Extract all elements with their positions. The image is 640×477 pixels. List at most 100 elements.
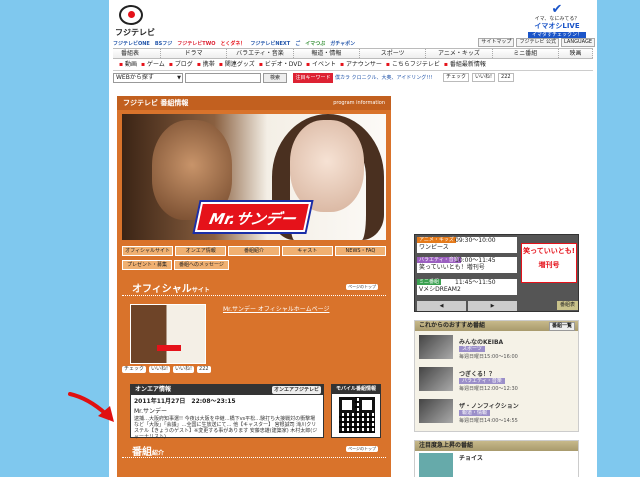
- reco-time: 毎週日曜日14:00～14:55: [459, 418, 518, 424]
- nav-sports[interactable]: スポーツ: [359, 49, 427, 58]
- reco-name: みんなのKEIBA: [459, 339, 504, 346]
- search-bar: WEBから探す 検索 注目キーワード 僕カラ クロニクル、大奥、アイドリング!!…: [113, 73, 597, 84]
- sitemap-link[interactable]: サイトマップ: [478, 38, 515, 47]
- keyword-tag: 注目キーワード: [293, 73, 333, 83]
- check-button[interactable]: チェック: [443, 73, 470, 82]
- sub-nav: 動画 ゲーム ブログ 携帯 関連グッズ ビデオ・DVD イベント アナウンサー …: [113, 60, 593, 71]
- channel-link[interactable]: フジテレビONE: [113, 40, 150, 48]
- reco-item[interactable]: ザ・ノンフィクション 報道・情報 毎週日曜日14:00～14:55: [419, 399, 576, 425]
- imaoshi-live-banner[interactable]: ✔ イマ、なにみてる？ イマオシLIVE イマダすチェックン！: [521, 3, 593, 38]
- program-logo[interactable]: 笑っていいとも!増刊号: [521, 243, 577, 283]
- trending-programs: 注目度急上昇の番組 チョイス: [414, 440, 579, 477]
- reco-tag: バラエティ・音楽: [459, 378, 505, 384]
- nav-drama[interactable]: ドラマ: [161, 49, 228, 58]
- channel-link[interactable]: フジテレビNEXT: [250, 40, 290, 48]
- onair-controls: ◀ ▶: [417, 301, 517, 311]
- slot-name: 笑っていいとも！増刊号: [419, 264, 485, 271]
- intro-heading: 番組紹介: [132, 443, 164, 458]
- keyword-links[interactable]: 僕カラ クロニクル、大奥、アイドリング!!!: [335, 73, 432, 83]
- program-list-button[interactable]: 番組表: [557, 301, 578, 310]
- tab-present[interactable]: プレゼント・募集: [122, 260, 173, 270]
- nav-variety[interactable]: バラエティ・音楽: [227, 49, 294, 58]
- nav-mini[interactable]: ミニ番組: [492, 49, 559, 58]
- subnav-event[interactable]: イベント: [306, 60, 336, 70]
- reco-time: 毎週日曜日12:00～12:30: [459, 386, 518, 392]
- subnav-game[interactable]: ゲーム: [141, 60, 165, 70]
- channel-link[interactable]: フジテレビTWO: [177, 40, 215, 48]
- slot-category: ミニ番組: [417, 279, 442, 285]
- channel-link[interactable]: BSフジ: [155, 40, 172, 48]
- program-index-button[interactable]: 番組一覧: [548, 322, 575, 331]
- page-top-button[interactable]: ページのトップ: [346, 446, 378, 452]
- onair-header-label: オンエア情報: [135, 386, 172, 393]
- official-link[interactable]: フジテレビ 公式: [516, 38, 560, 47]
- reco-name: つぎくる！？: [459, 371, 496, 378]
- official-homepage-link[interactable]: Mr.サンデー オフィシャルホームページ: [223, 304, 330, 313]
- page: フジテレビ ✔ イマ、なにみてる？ イマオシLIVE イマダすチェックン！ フジ…: [109, 0, 597, 477]
- slot-name: VメシDREAM2: [419, 286, 461, 293]
- onair-title: Mr.サンデー: [134, 408, 168, 415]
- reco-thumbnail: [419, 367, 453, 391]
- onair-fujitv-button[interactable]: オンエアフジテレビ: [271, 386, 321, 394]
- like-button-2[interactable]: いいね!: [173, 366, 195, 373]
- mobile-qr-box: モバイル番組情報: [331, 384, 381, 438]
- trending-thumbnail[interactable]: [419, 453, 453, 477]
- check-button[interactable]: チェック: [122, 366, 147, 373]
- tab-program-intro[interactable]: 番組紹介: [228, 246, 280, 256]
- search-button[interactable]: 検索: [263, 73, 287, 83]
- tab-official-site[interactable]: オフィシャルサイト: [122, 246, 174, 256]
- panel-title: フジテレビ 番組情報: [123, 99, 189, 107]
- channel-link[interactable]: ご: [295, 40, 300, 48]
- subnav-latest[interactable]: 番組最新情報: [444, 60, 486, 70]
- nav-news[interactable]: 報道・情報: [293, 49, 360, 58]
- nav-movie[interactable]: 映画: [558, 49, 593, 58]
- subnav-blog[interactable]: ブログ: [169, 60, 193, 70]
- trending-item[interactable]: チョイス: [459, 453, 483, 462]
- like-button[interactable]: いいね!: [472, 73, 496, 82]
- subnav-video-dvd[interactable]: ビデオ・DVD: [259, 60, 302, 70]
- slot-time: 09:30～10:00: [455, 237, 496, 244]
- subnav-video[interactable]: 動画: [119, 60, 137, 70]
- like-button[interactable]: いいね!: [149, 366, 171, 373]
- show-logo: Mr.サンデー: [194, 202, 312, 232]
- global-nav: 番組表 ドラマ バラエティ・音楽 報道・情報 スポーツ アニメ・キッズ ミニ番組…: [113, 48, 593, 59]
- channel-link[interactable]: イマつぶ: [305, 40, 325, 48]
- reco-thumbnail: [419, 399, 453, 423]
- onair-header: オンエア情報 オンエアフジテレビ: [131, 385, 323, 395]
- header-social: チェック いいね! 222: [443, 73, 514, 82]
- subnav-announcer[interactable]: アナウンサー: [340, 60, 382, 70]
- tab-news-faq[interactable]: NEWS・FAQ: [334, 246, 386, 256]
- subnav-kochira[interactable]: こちらフジテレビ: [386, 60, 440, 70]
- onair-slot[interactable]: アニメ・キッズ 09:30～10:00 ワンピース: [417, 237, 517, 253]
- reco-thumbnail: [419, 335, 453, 359]
- tab-message[interactable]: 番組へのメッセージ: [174, 260, 229, 270]
- intro-heading-big: 番組: [132, 447, 152, 458]
- language-select[interactable]: LANGUAGE: [561, 38, 595, 47]
- search-scope-select[interactable]: WEBから探す: [113, 73, 183, 83]
- subnav-goods[interactable]: 関連グッズ: [219, 60, 255, 70]
- channel-link[interactable]: とくダネ！: [220, 40, 245, 48]
- recommended-programs: これからのおすすめ番組 番組一覧 みんなのKEIBA スポーツ 毎週日曜日15:0…: [414, 320, 579, 432]
- official-site-thumbnail[interactable]: [130, 304, 206, 364]
- page-top-button[interactable]: ページのトップ: [346, 284, 378, 290]
- fujitv-logo[interactable]: フジテレビ: [115, 3, 155, 37]
- tab-cast[interactable]: キャスト: [281, 246, 333, 256]
- search-input[interactable]: [185, 73, 261, 83]
- official-heading-big: オフィシャル: [132, 284, 192, 295]
- nav-program-guide[interactable]: 番組表: [113, 49, 161, 58]
- nav-anime[interactable]: アニメ・キッズ: [426, 49, 493, 58]
- channel-link[interactable]: ガチャポン: [330, 40, 355, 48]
- reco-tag: 報道・情報: [459, 410, 491, 416]
- onair-slot[interactable]: バラエティ・音楽 10:00～11:45 笑っていいとも！増刊号: [417, 257, 517, 273]
- slot-time: 10:00～11:45: [455, 257, 496, 264]
- reco-item[interactable]: みんなのKEIBA スポーツ 毎週日曜日15:00～16:00: [419, 335, 576, 361]
- reco-item[interactable]: つぎくる！？ バラエティ・音楽 毎週日曜日12:00～12:30: [419, 367, 576, 393]
- onair-slot[interactable]: ミニ番組 11:45～11:50 VメシDREAM2: [417, 279, 517, 295]
- next-arrow-icon[interactable]: ▶: [468, 301, 517, 311]
- prev-arrow-icon[interactable]: ◀: [417, 301, 466, 311]
- official-section-heading: オフィシャルサイト ページのトップ: [122, 278, 386, 296]
- hero-banner: Mr.サンデー: [122, 114, 386, 240]
- utility-links: サイトマップ フジテレビ 公式 LANGUAGE: [469, 38, 595, 47]
- subnav-mobile[interactable]: 携帯: [197, 60, 215, 70]
- tab-onair-info[interactable]: オンエア情報: [175, 246, 227, 256]
